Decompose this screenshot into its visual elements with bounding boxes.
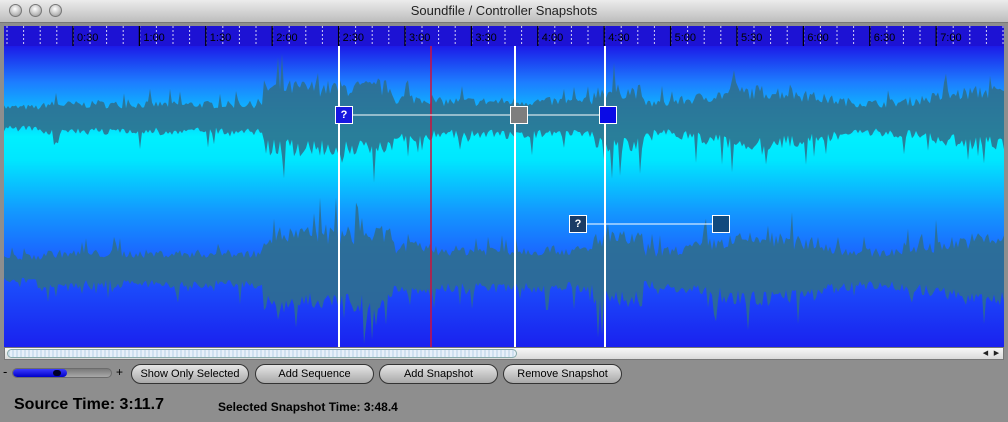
time-ruler[interactable]: 0:30 1:00 1:30 2:00 2:30 3:00 3:30 4:00 4:30 5:00… — [4, 26, 1004, 46]
show-only-selected-button[interactable]: Show Only Selected — [131, 364, 249, 384]
source-time-readout: Source Time: 3:11.7 — [14, 396, 164, 413]
ruler-label: 3:30 — [475, 32, 496, 44]
snapshot-marker-bottom-1[interactable]: ? — [569, 215, 587, 233]
snapshot-marker-top-3[interactable] — [599, 106, 617, 124]
waveform-channel — [4, 53, 1004, 183]
waveform-display[interactable]: ? ? — [4, 46, 1004, 347]
ruler-label: 7:00 — [940, 32, 961, 44]
ruler-label: 4:00 — [542, 32, 563, 44]
scrollbar-thumb[interactable] — [7, 349, 517, 358]
add-sequence-button[interactable]: Add Sequence — [255, 364, 374, 384]
ruler-label: 3:00 — [409, 32, 430, 44]
ruler-label: 6:30 — [874, 32, 895, 44]
zoom-in-label: + — [116, 365, 124, 379]
zoom-out-label: - — [3, 364, 8, 379]
ruler-label: 2:30 — [343, 32, 364, 44]
window-title: Soundfile / Controller Snapshots — [410, 3, 598, 18]
remove-snapshot-button[interactable]: Remove Snapshot — [503, 364, 622, 384]
ruler-label: 5:00 — [675, 32, 696, 44]
ruler-label: 1:00 — [143, 32, 164, 44]
snapshot-marker-bottom-2[interactable] — [712, 215, 730, 233]
ruler-label: 6:00 — [807, 32, 828, 44]
ruler-label: 4:30 — [608, 32, 629, 44]
ruler-label: 5:30 — [741, 32, 762, 44]
snapshot-marker-top-2[interactable] — [510, 106, 528, 124]
waveform-canvas — [4, 46, 1004, 347]
time-ruler-ticks: 0:30 1:00 1:30 2:00 2:30 3:00 3:30 4:00 4:30 5:00… — [6, 26, 1004, 46]
zoom-slider[interactable] — [12, 368, 112, 378]
title-bar: Soundfile / Controller Snapshots — [0, 0, 1008, 23]
scroll-left-arrow-icon[interactable]: ◀ — [980, 348, 991, 359]
zoom-slider-knob[interactable] — [52, 370, 61, 376]
ruler-label: 0:30 — [77, 32, 98, 44]
scroll-right-arrow-icon[interactable]: ▶ — [991, 348, 1002, 359]
waveform-channel — [4, 197, 1004, 344]
add-snapshot-button[interactable]: Add Snapshot — [379, 364, 498, 384]
ruler-label: 2:00 — [276, 32, 297, 44]
ruler-label: 1:30 — [210, 32, 231, 44]
snapshot-marker-top-1[interactable]: ? — [335, 106, 353, 124]
horizontal-scrollbar[interactable]: ◀ ▶ — [4, 347, 1004, 360]
selected-snapshot-time-readout: Selected Snapshot Time: 3:48.4 — [218, 400, 398, 414]
